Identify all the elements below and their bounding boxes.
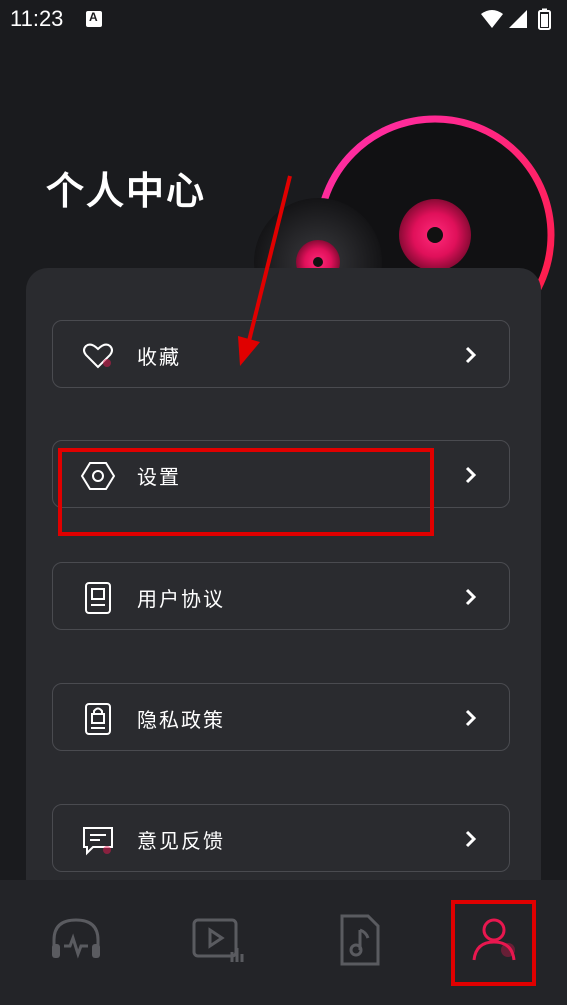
annotation-box-settings: [58, 448, 434, 536]
annotation-box-profile-tab: [451, 900, 536, 986]
